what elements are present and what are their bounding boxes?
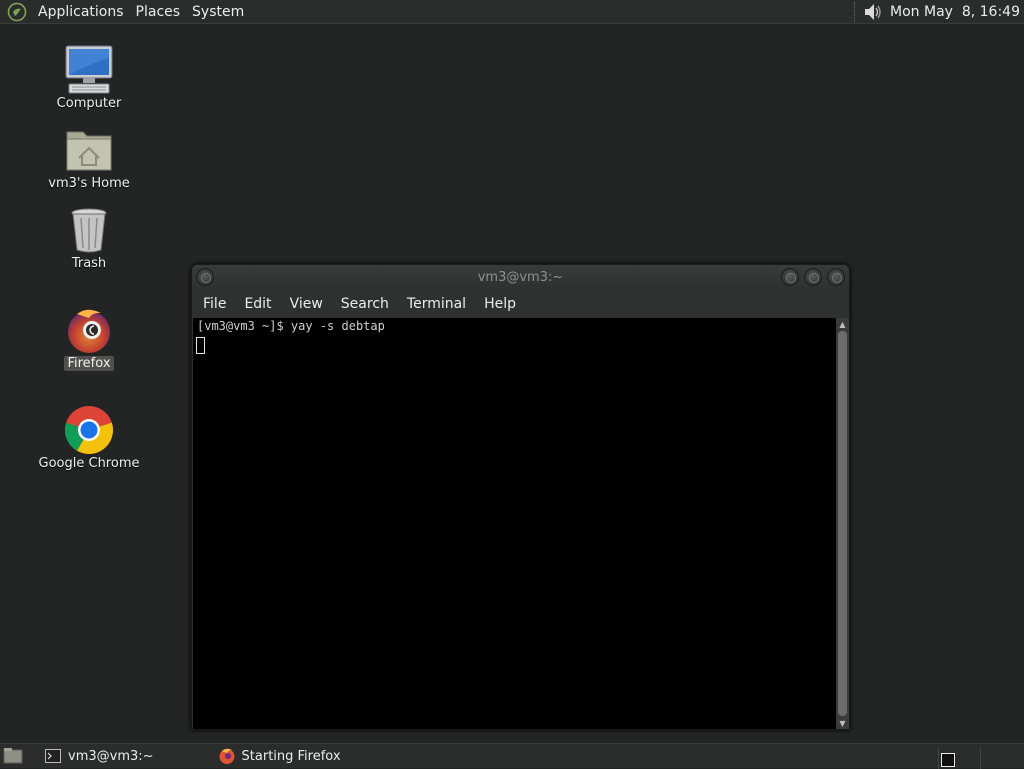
clock[interactable]: Mon May 8, 16:49 (890, 4, 1020, 20)
desktop-icon-label: vm3's Home (48, 176, 130, 191)
menu-view[interactable]: View (283, 296, 330, 312)
firefox-icon (63, 304, 115, 356)
scroll-up-arrow-icon[interactable]: ▲ (836, 318, 849, 330)
window-title: vm3@vm3:~ (477, 269, 564, 285)
desktop-icon-firefox[interactable]: Firefox (34, 304, 144, 371)
taskbar-item-firefox[interactable]: Starting Firefox (212, 745, 347, 767)
taskbar-item-terminal[interactable]: vm3@vm3:~ (38, 745, 160, 767)
menu-edit[interactable]: Edit (237, 296, 278, 312)
menu-search[interactable]: Search (334, 296, 396, 312)
top-panel: Applications Places System Mon May 8, 16… (0, 0, 1024, 24)
workspace-window-thumbnail (941, 753, 955, 767)
text-cursor (196, 337, 205, 354)
top-panel-tray: Mon May 8, 16:49 (854, 0, 1024, 24)
menu-help[interactable]: Help (477, 296, 523, 312)
terminal-icon (44, 747, 62, 765)
scroll-thumb[interactable] (838, 331, 847, 716)
panel-separator (854, 1, 856, 22)
desktop-icon-label: Google Chrome (38, 456, 140, 471)
desktop-icon-computer[interactable]: Computer (34, 44, 144, 111)
trash-icon (63, 204, 115, 256)
menu-terminal[interactable]: Terminal (400, 296, 473, 312)
volume-icon[interactable] (862, 1, 884, 23)
taskbar-item-label: vm3@vm3:~ (68, 748, 154, 764)
terminal-window[interactable]: vm3@vm3:~ File Edit View Search Terminal… (191, 264, 850, 730)
desktop-icon-home[interactable]: vm3's Home (34, 124, 144, 191)
chrome-icon (63, 404, 115, 456)
desktop-icon-chrome[interactable]: Google Chrome (34, 404, 144, 471)
mate-logo-icon[interactable] (6, 1, 28, 23)
computer-icon (63, 44, 115, 96)
desktop-icon-trash[interactable]: Trash (34, 204, 144, 271)
workspace-2[interactable] (980, 747, 1018, 769)
close-button[interactable] (827, 268, 845, 286)
window-menu-button[interactable] (196, 268, 214, 286)
terminal-line: [vm3@vm3 ~]$ yay -s debtap (197, 319, 385, 333)
desktop-icon-label: Computer (56, 96, 122, 111)
scroll-down-arrow-icon[interactable]: ▼ (836, 717, 849, 729)
workspace-1[interactable] (938, 747, 976, 769)
firefox-icon (218, 747, 236, 765)
minimize-button[interactable] (781, 268, 799, 286)
menu-file[interactable]: File (196, 296, 233, 312)
show-desktop-icon[interactable] (2, 745, 24, 767)
desktop-icon-label: Firefox (64, 356, 114, 371)
terminal-titlebar[interactable]: vm3@vm3:~ (192, 265, 849, 289)
maximize-button[interactable] (804, 268, 822, 286)
terminal-scrollbar[interactable]: ▲ ▼ (836, 318, 849, 729)
places-menu[interactable]: Places (130, 0, 187, 24)
taskbar-item-label: Starting Firefox (241, 748, 341, 764)
desktop-icon-label: Trash (71, 256, 107, 271)
applications-menu[interactable]: Applications (32, 0, 130, 24)
terminal-output[interactable]: [vm3@vm3 ~]$ yay -s debtap (193, 318, 836, 729)
terminal-prompt-line (196, 336, 832, 354)
system-menu[interactable]: System (186, 0, 250, 24)
bottom-panel: vm3@vm3:~ Starting Firefox (0, 743, 1024, 769)
home-folder-icon (63, 124, 115, 176)
terminal-menubar: File Edit View Search Terminal Help (192, 289, 849, 318)
